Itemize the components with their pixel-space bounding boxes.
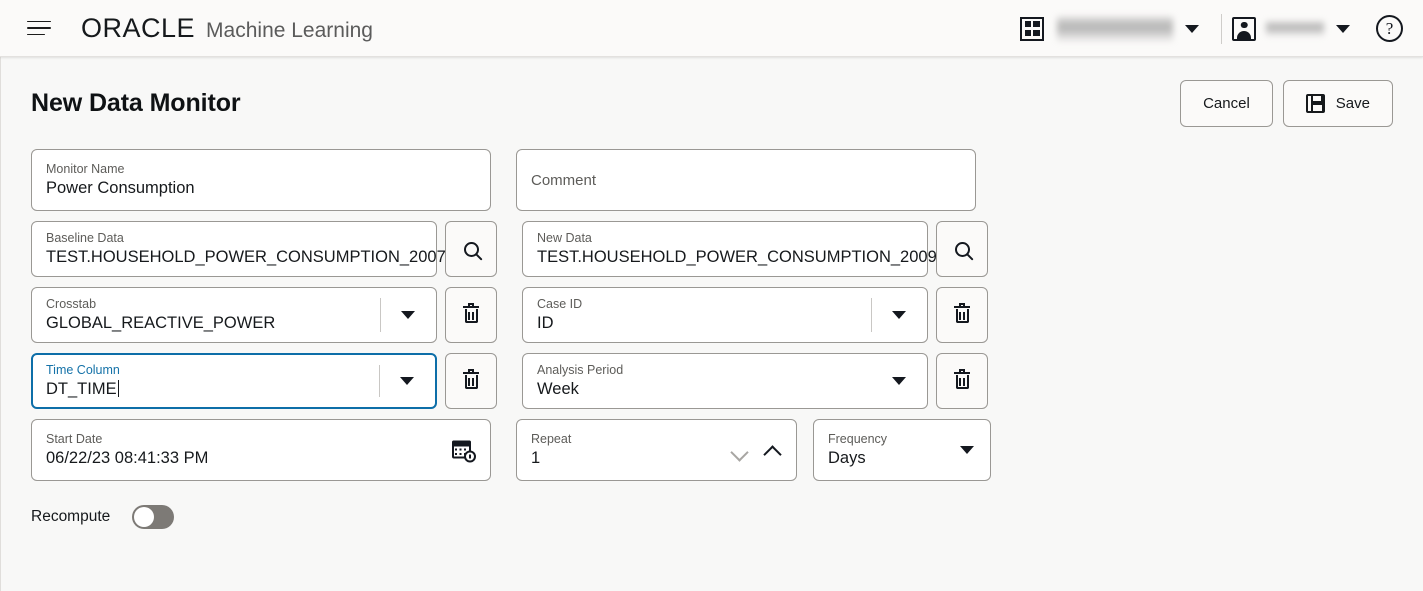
form-row-4: Time Column DT_TIME Analysis Period Week [31,353,1393,409]
app-header: ORACLE Machine Learning ? [0,0,1423,57]
time-column-group: Time Column DT_TIME [31,353,497,409]
schedule-group: Repeat 1 Frequency Days [516,419,991,481]
chevron-down-icon [1336,24,1350,33]
monitor-name-value: Power Consumption [46,179,195,197]
comment-field[interactable]: Comment [516,149,976,211]
form-row-2: Baseline Data TEST.HOUSEHOLD_POWER_CONSU… [31,221,1393,277]
search-icon [954,241,970,257]
time-column-delete-button[interactable] [445,353,497,409]
cancel-button[interactable]: Cancel [1180,79,1273,127]
time-column-value: DT_TIME [46,380,117,398]
case-id-delete-button[interactable] [936,287,988,343]
user-dropdown-button[interactable] [1324,17,1362,41]
crosstab-group: Crosstab GLOBAL_REACTIVE_POWER [31,287,497,343]
chevron-down-icon [960,446,974,454]
toggle-knob [134,507,155,527]
time-column-dropdown-button[interactable] [379,355,435,407]
trash-icon [463,369,479,390]
case-id-field[interactable]: Case ID ID [522,287,928,343]
chevron-down-icon [400,377,414,385]
baseline-data-label: Baseline Data [46,231,124,245]
brand: ORACLE Machine Learning [81,13,373,44]
user-avatar-icon[interactable] [1232,16,1256,41]
page-body: New Data Monitor Cancel Save Monitor Nam… [0,57,1423,591]
cancel-button-label: Cancel [1203,94,1250,112]
page-title: New Data Monitor [31,88,241,117]
header-right-controls: ? [1020,0,1409,57]
comment-placeholder: Comment [531,171,597,189]
chevron-down-icon [401,311,415,319]
crosstab-label: Crosstab [46,297,97,311]
save-button[interactable]: Save [1282,79,1393,127]
baseline-data-value: TEST.HOUSEHOLD_POWER_CONSUMPTION_2007 [46,248,446,266]
repeat-field[interactable]: Repeat 1 [516,419,797,481]
baseline-data-field[interactable]: Baseline Data TEST.HOUSEHOLD_POWER_CONSU… [31,221,446,277]
save-floppy-icon [1305,93,1325,113]
chevron-down-icon [1185,24,1199,33]
monitor-name-field[interactable]: Monitor Name Power Consumption [31,149,491,211]
chevron-down-icon [892,377,906,385]
chevron-up-icon[interactable] [765,443,780,458]
monitor-name-label: Monitor Name [46,162,125,176]
time-column-label: Time Column [46,363,120,377]
new-data-label: New Data [537,231,592,245]
analysis-period-value: Week [537,380,579,398]
crosstab-field[interactable]: Crosstab GLOBAL_REACTIVE_POWER [31,287,437,343]
case-id-group: Case ID ID [522,287,988,343]
case-id-value: ID [537,314,554,332]
new-data-field[interactable]: New Data TEST.HOUSEHOLD_POWER_CONSUMPTIO… [522,221,937,277]
chevron-down-icon[interactable] [732,443,747,458]
analysis-period-field[interactable]: Analysis Period Week [522,353,928,409]
form-row-5: Start Date 06/22/23 08:41:33 PM Repeat 1… [31,419,1393,481]
baseline-data-search-button[interactable] [445,221,497,277]
new-data-group: New Data TEST.HOUSEHOLD_POWER_CONSUMPTIO… [522,221,988,277]
hamburger-menu-icon[interactable] [27,15,53,41]
analysis-period-group: Analysis Period Week [522,353,988,409]
header-divider [1221,13,1222,44]
tenancy-name-redacted [1057,14,1173,43]
tenancy-dropdown-button[interactable] [1173,17,1211,41]
start-date-value: 06/22/23 08:41:33 PM [46,449,209,467]
frequency-field[interactable]: Frequency Days [813,419,991,481]
crosstab-delete-button[interactable] [445,287,497,343]
app-name: Machine Learning [206,18,373,42]
search-icon [463,241,479,257]
page-header: New Data Monitor Cancel Save [1,57,1423,149]
form-row-1: Monitor Name Power Consumption Comment [31,149,1393,211]
recompute-row: Recompute [1,491,1423,529]
calendar-clock-icon[interactable] [452,440,476,463]
analysis-period-label: Analysis Period [537,363,624,377]
form-row-3: Crosstab GLOBAL_REACTIVE_POWER Case ID I… [31,287,1393,343]
case-id-dropdown-button[interactable] [871,288,927,342]
new-data-value: TEST.HOUSEHOLD_POWER_CONSUMPTION_2009 [537,248,937,266]
crosstab-dropdown-button[interactable] [380,288,436,342]
help-icon[interactable]: ? [1376,15,1403,42]
text-cursor [117,380,119,397]
recompute-label: Recompute [31,508,111,525]
trash-icon [463,303,479,324]
repeat-stepper [732,420,788,480]
baseline-data-group: Baseline Data TEST.HOUSEHOLD_POWER_CONSU… [31,221,497,277]
recompute-toggle[interactable] [132,505,175,529]
time-column-field[interactable]: Time Column DT_TIME [31,353,437,409]
start-date-label: Start Date [46,432,103,446]
frequency-dropdown-button[interactable] [944,420,990,480]
start-date-field[interactable]: Start Date 06/22/23 08:41:33 PM [31,419,491,481]
analysis-period-dropdown-button[interactable] [871,354,927,408]
page-actions: Cancel Save [1180,79,1393,127]
case-id-label: Case ID [537,297,583,311]
grid-apps-icon[interactable] [1020,16,1044,41]
data-monitor-form: Monitor Name Power Consumption Comment B… [1,149,1423,481]
trash-icon [954,369,970,390]
oracle-logo: ORACLE [81,12,196,43]
analysis-period-delete-button[interactable] [936,353,988,409]
crosstab-value: GLOBAL_REACTIVE_POWER [46,314,276,332]
save-button-label: Save [1335,94,1370,112]
new-data-search-button[interactable] [936,221,988,277]
user-name-redacted [1266,20,1324,37]
trash-icon [954,303,970,324]
chevron-down-icon [892,311,906,319]
time-column-value-wrap: DT_TIME [46,379,422,399]
